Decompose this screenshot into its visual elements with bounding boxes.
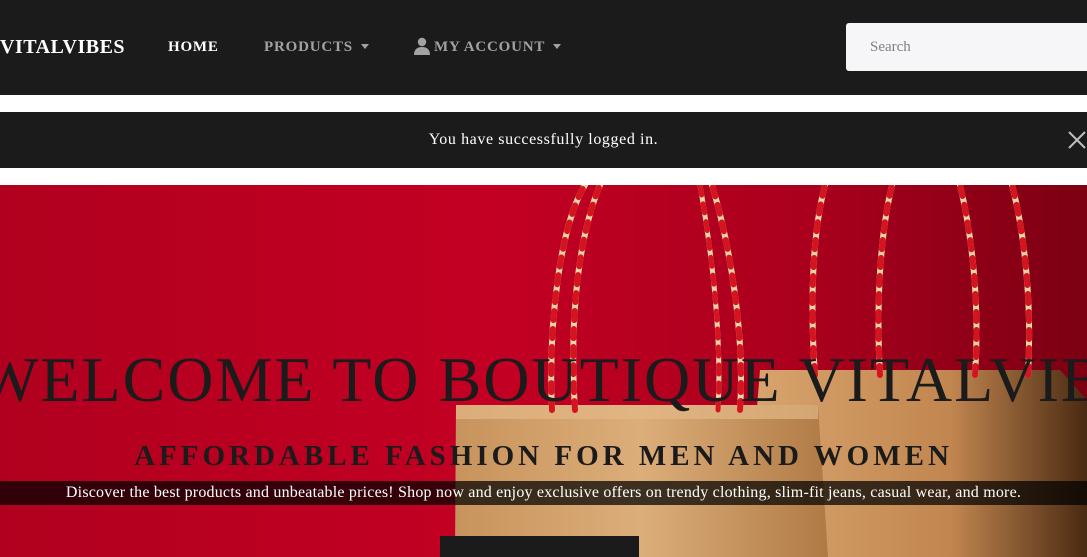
nav-home-label: HOME	[168, 39, 219, 55]
hero-title: WELCOME TO BOUTIQUE VITALVIBES	[0, 344, 1087, 415]
nav-products-label: PRODUCTS	[264, 39, 353, 55]
login-success-alert: You have successfully logged in.	[0, 112, 1087, 168]
close-icon[interactable]	[1067, 130, 1087, 150]
hero-subtitle: AFFORDABLE FASHION FOR MEN AND WOMEN	[134, 440, 953, 472]
user-icon	[414, 37, 430, 55]
nav-home-link[interactable]: HOME	[168, 38, 219, 56]
caret-down-icon	[360, 43, 369, 49]
nav-account-label: MY ACCOUNT	[434, 39, 546, 55]
search-input[interactable]	[846, 23, 1087, 71]
alert-message: You have successfully logged in.	[428, 131, 659, 148]
caret-down-icon	[553, 43, 562, 49]
nav-products-dropdown[interactable]: PRODUCTS	[264, 38, 369, 56]
main-navbar: VITALVIBES HOME PRODUCTS MY ACCOUNT	[0, 0, 1087, 95]
brand-logo[interactable]: VITALVIBES	[0, 35, 125, 59]
hero-cta-button[interactable]	[440, 536, 639, 557]
hero-banner: WELCOME TO BOUTIQUE VITALVIBES AFFORDABL…	[0, 185, 1087, 557]
hero-description: Discover the best products and unbeatabl…	[0, 481, 1087, 505]
nav-account-dropdown[interactable]: MY ACCOUNT	[413, 37, 562, 56]
